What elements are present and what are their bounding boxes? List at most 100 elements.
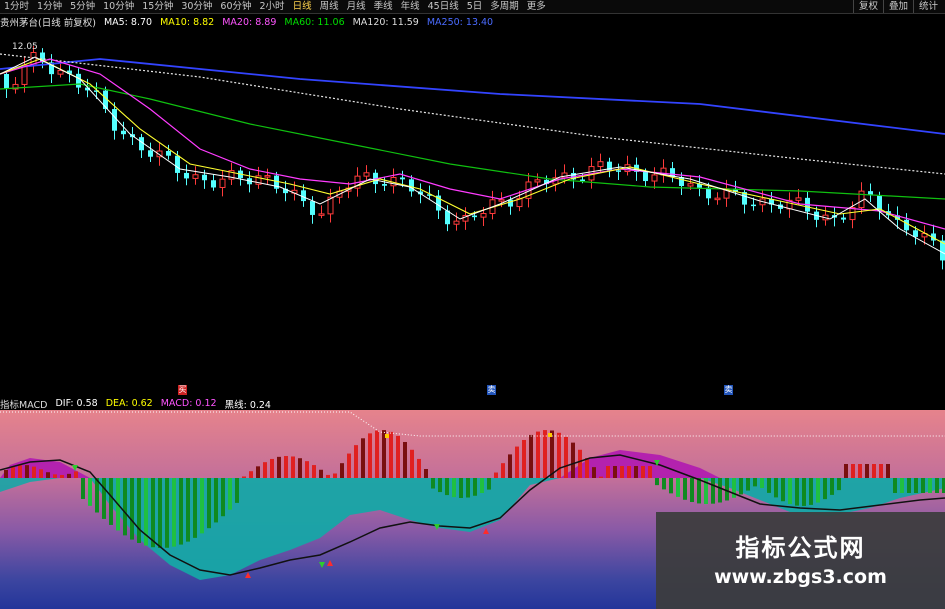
timeframe-tab[interactable]: 更多: [523, 0, 550, 13]
timeframe-tab[interactable]: 60分钟: [216, 0, 255, 13]
toolbar-button[interactable]: 叠加: [882, 0, 913, 13]
timeframe-tab[interactable]: 10分钟: [99, 0, 138, 13]
ma-legend-item: MA10: 8.82: [160, 16, 215, 28]
macd-histogram-bar: [389, 431, 393, 478]
macd-histogram-bar: [263, 462, 267, 478]
macd-histogram-bar: [207, 478, 211, 529]
timeframe-tab[interactable]: 季线: [370, 0, 397, 13]
macd-histogram-bar: [452, 478, 456, 498]
macd-histogram-bar: [270, 458, 274, 478]
macd-legend-item: 黑线: 0.24: [224, 399, 271, 411]
timeframe-tab[interactable]: 30分钟: [177, 0, 216, 13]
macd-histogram-bar: [914, 478, 918, 493]
macd-histogram-bar: [165, 478, 169, 548]
timeframe-tab[interactable]: 多周期: [486, 0, 523, 13]
macd-histogram-bar: [753, 478, 757, 487]
high-price-label: 12.05: [12, 42, 38, 52]
macd-histogram-bar: [487, 478, 491, 490]
timeframe-tab[interactable]: 周线: [316, 0, 343, 13]
macd-histogram-bar: [865, 464, 869, 478]
timeframe-tab[interactable]: 15分钟: [138, 0, 177, 13]
watermark-title: 指标公式网: [735, 533, 866, 562]
macd-histogram-bar: [774, 478, 778, 498]
macd-histogram-bar: [711, 478, 715, 504]
macd-histogram-bar: [893, 478, 897, 493]
candle-body: [472, 215, 477, 218]
macd-histogram-bar: [214, 478, 218, 523]
macd-histogram-bar: [417, 458, 421, 478]
macd-histogram-bar: [494, 472, 498, 478]
macd-dotted-line: [0, 411, 945, 437]
macd-histogram-bar: [718, 478, 722, 503]
macd-histogram-bar: [508, 454, 512, 478]
timeframe-tab[interactable]: 月线: [343, 0, 370, 13]
signal-arrow: [327, 560, 333, 566]
toolbar-button[interactable]: 复权: [852, 0, 883, 13]
macd-histogram-bar: [95, 478, 99, 513]
macd-histogram-bar: [347, 453, 351, 478]
macd-histogram-bar: [151, 478, 155, 548]
macd-histogram-bar: [431, 478, 435, 489]
macd-histogram-bar: [522, 439, 526, 478]
ma-legend: 贵州茅台(日线 前复权) MA5: 8.70 MA10: 8.82 MA20: 8.…: [0, 15, 501, 30]
macd-histogram-bar: [410, 449, 414, 478]
macd-dot: [548, 433, 552, 437]
candle-body: [480, 213, 487, 218]
macd-histogram-bar: [403, 441, 407, 478]
timeframe-tab[interactable]: 日线: [289, 0, 316, 13]
macd-histogram-bar: [690, 478, 694, 503]
timeframe-toolbar: 1分时 1分钟 5分钟 10分钟 15分钟 30分钟 60分钟 2小时 日线 周线 月线 季线 年线 45…: [0, 0, 945, 14]
signal-arrow: [319, 562, 325, 568]
macd-histogram-bar: [11, 467, 15, 478]
macd-histogram-bar: [669, 478, 673, 494]
macd-histogram-bar: [620, 466, 624, 478]
macd-histogram-bar: [312, 465, 316, 478]
macd-histogram-bar: [802, 478, 806, 506]
macd-histogram-bar: [333, 473, 337, 478]
macd-histogram-bar: [123, 478, 127, 536]
timeframe-tab[interactable]: 年线: [397, 0, 424, 13]
macd-histogram-bar: [67, 473, 71, 478]
macd-histogram-bar: [228, 478, 232, 510]
timeframe-tab[interactable]: 5日: [463, 0, 487, 13]
macd-histogram-bar: [907, 478, 911, 493]
toolbar-button[interactable]: 统计: [912, 0, 943, 13]
candle-body: [192, 174, 199, 179]
macd-histogram-bar: [396, 435, 400, 478]
macd-histogram-bar: [46, 472, 50, 478]
macd-histogram-bar: [543, 430, 547, 478]
macd-legend-item: DIF: 0.58: [55, 398, 98, 409]
macd-legend: 指标MACD DIF: 0.58 DEA: 0.62 MACD: 0.12 黑线: 0.…: [0, 397, 279, 411]
macd-histogram-bar: [277, 456, 281, 478]
candle-body: [561, 172, 568, 179]
ma-legend-item: MA250: 13.40: [426, 16, 494, 28]
timeframe-tab[interactable]: 2小时: [256, 0, 289, 13]
macd-histogram-bar: [795, 478, 799, 506]
timeframe-tab[interactable]: 45日线: [424, 0, 463, 13]
macd-histogram-bar: [550, 430, 554, 478]
macd-histogram-bar: [935, 478, 939, 493]
signal-marker: 买: [178, 385, 187, 395]
macd-histogram-bar: [88, 478, 92, 506]
macd-histogram-bar: [536, 431, 540, 478]
candle-body: [76, 73, 81, 88]
timeframe-tab[interactable]: 1分钟: [33, 0, 66, 13]
candlestick-chart[interactable]: 12.05: [0, 29, 945, 385]
macd-histogram-bar: [788, 478, 792, 505]
candle-body: [714, 197, 721, 201]
macd-histogram-bar: [578, 449, 582, 478]
candle-body: [301, 190, 306, 202]
macd-histogram-bar: [746, 478, 750, 491]
signal-marker: 卖: [487, 385, 496, 395]
macd-histogram-bar: [515, 446, 519, 478]
macd-histogram-bar: [830, 478, 834, 495]
macd-histogram-bar: [872, 464, 876, 478]
macd-histogram-bar: [39, 469, 43, 478]
timeframe-tab[interactable]: 5分钟: [66, 0, 99, 13]
timeframe-tab[interactable]: 1分时: [0, 0, 33, 13]
candle-body: [184, 172, 189, 179]
candle-body: [202, 174, 207, 181]
macd-histogram-bar: [4, 470, 8, 478]
macd-histogram-bar: [921, 478, 925, 493]
macd-histogram-bar: [662, 478, 666, 490]
